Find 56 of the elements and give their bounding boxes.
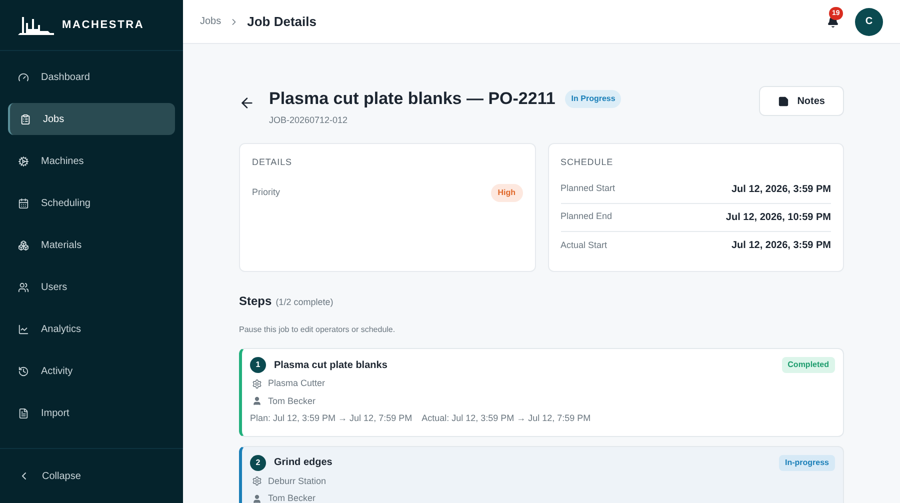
boxes-icon: [18, 240, 29, 250]
nav-item[interactable]: Import: [8, 397, 175, 429]
notes-button[interactable]: Notes: [759, 86, 844, 116]
priority-badge: High: [490, 184, 522, 202]
nav-item[interactable]: Scheduling: [8, 187, 175, 219]
step-times: Plan: Jul 12, 3:59 PM → Jul 12, 7:59 PM Actual: Jul 12, 3:59 PM → Jul 12, 7:59 PM: [250, 412, 592, 425]
field-label: Actual Start: [560, 238, 608, 252]
step-number: 1: [250, 357, 266, 373]
nav-item[interactable]: Machines: [8, 145, 175, 177]
field-value: Jul 12, 2026, 3:59 PM: [731, 239, 831, 253]
step-name: Plasma cut plate blanks: [274, 358, 388, 372]
file-icon: [18, 408, 29, 418]
field-label: Planned End: [560, 210, 612, 224]
gear-icon: [252, 378, 262, 389]
gear-icon: [18, 156, 29, 166]
page-title: Job Details: [247, 12, 316, 31]
line-chart-icon: [18, 324, 29, 334]
operator-name: Tom Becker: [268, 394, 316, 408]
machine-name: Deburr Station: [268, 474, 326, 488]
gear-icon: [252, 476, 262, 486]
person-icon: [252, 396, 262, 406]
nav-item[interactable]: Activity: [8, 355, 175, 387]
job-title: Plasma cut plate blanks — PO-2211: [269, 88, 556, 110]
operator-name: Tom Becker: [268, 492, 316, 503]
nav-item[interactable]: Analytics: [8, 313, 175, 345]
history-icon: [18, 366, 29, 376]
status-badge: In Progress: [565, 90, 622, 108]
field-label: Planned Start: [560, 182, 616, 196]
job-code: JOB-20260712-012: [269, 114, 349, 126]
machine-name: Plasma Cutter: [268, 377, 326, 390]
collapse-button[interactable]: Collapse: [0, 448, 183, 503]
nav-item[interactable]: Materials: [8, 229, 175, 261]
field-label: Priority: [252, 186, 280, 199]
step-status-badge: Completed: [782, 357, 835, 373]
user-avatar[interactable]: C: [855, 8, 883, 36]
step-status-badge: In-progress: [778, 454, 835, 470]
calendar-icon: [18, 198, 29, 208]
clipboard-icon: [20, 114, 31, 124]
users-icon: [18, 282, 29, 292]
nav-item[interactable]: Users: [8, 271, 175, 303]
card-title: DETAILS: [252, 156, 293, 169]
section-title: Steps: [239, 293, 272, 310]
nav-item[interactable]: Jobs: [8, 103, 175, 135]
brand-name: MACHESTRA: [62, 18, 144, 33]
step-number: 2: [250, 454, 266, 470]
factory-logo-icon: [18, 15, 54, 35]
breadcrumb-link[interactable]: Jobs: [200, 14, 222, 29]
person-icon: [252, 494, 262, 503]
field-value: Jul 12, 2026, 10:59 PM: [726, 210, 831, 224]
gauge-icon: [18, 72, 29, 82]
step-name: Grind edges: [274, 456, 332, 470]
note-icon: [778, 96, 790, 106]
field-value: Jul 12, 2026, 3:59 PM: [731, 182, 831, 196]
hint-text: Pause this job to edit operators or schedule.: [239, 324, 396, 336]
nav-item[interactable]: Dashboard: [8, 61, 175, 93]
card-title: SCHEDULE: [560, 156, 614, 169]
